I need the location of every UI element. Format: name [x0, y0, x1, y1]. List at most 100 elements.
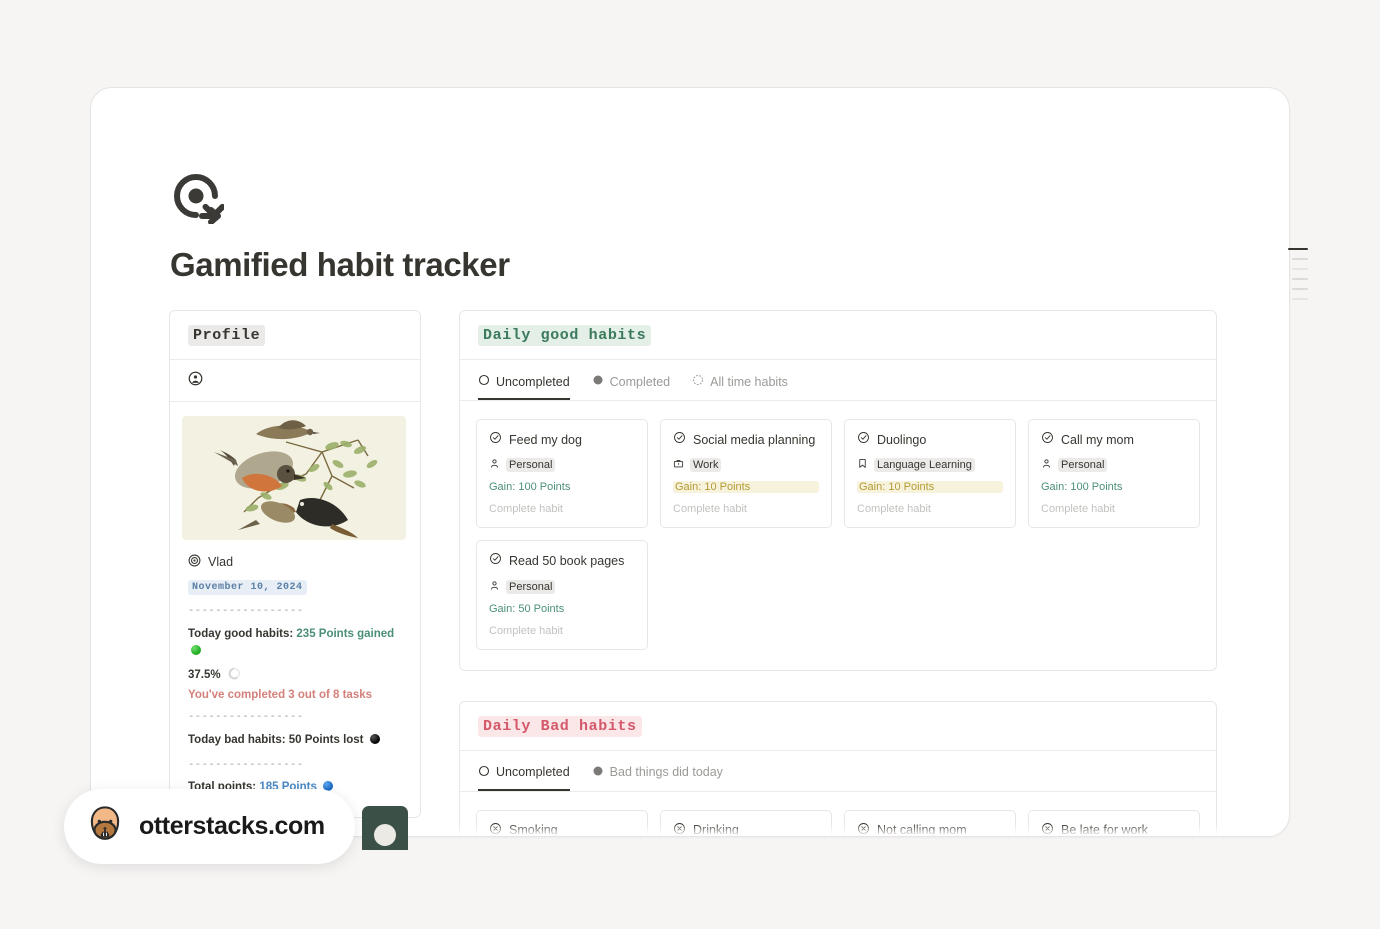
tab-label: Uncompleted: [496, 374, 570, 389]
complete-habit-button[interactable]: Complete habit: [489, 503, 635, 515]
habit-name: Duolingo: [877, 432, 927, 447]
habit-points: Gain: 100 Points: [1041, 481, 1123, 494]
bad-habits-value: 50 Points lost: [288, 733, 364, 746]
good-habits-stat: Today good habits: 235 Points gained: [188, 626, 402, 661]
habit-card[interactable]: Read 50 book pages Personal Gain: 50 Poi…: [476, 540, 648, 650]
profile-panel-title: Profile: [188, 325, 266, 346]
profile-date: November 10, 2024: [188, 580, 307, 595]
habit-name: Social media planning: [693, 432, 816, 447]
bad-habits-header: Daily Bad habits: [460, 702, 1216, 751]
bad-habits-title: Daily Bad habits: [478, 715, 642, 737]
circle-dashed-icon: [692, 374, 704, 389]
habit-card-title-row: Feed my dog: [489, 431, 635, 448]
habit-points: Gain: 10 Points: [857, 481, 1003, 494]
tab-label: Uncompleted: [496, 765, 570, 779]
habit-card[interactable]: Social media planning Work Gain: 10 Poin…: [660, 419, 832, 529]
divider-3: -----------------: [188, 758, 304, 771]
left-column: Profile Vlad November 10, 2024 ---------…: [169, 310, 421, 836]
habit-points: Gain: 100 Points: [489, 481, 571, 494]
tasks-progress-text: You've completed 3 out of 8 tasks: [188, 689, 373, 701]
habit-card-title-row: Duolingo: [857, 431, 1003, 448]
right-column: Daily good habits Uncompleted Completed …: [459, 310, 1217, 836]
table-of-contents[interactable]: [1288, 248, 1308, 300]
habit-tag: Language Learning: [874, 458, 975, 473]
progress-row: 37.5%: [188, 667, 402, 683]
complete-habit-button[interactable]: Complete habit: [857, 503, 1003, 515]
habit-name: Call my mom: [1061, 432, 1134, 447]
good-habits-header: Daily good habits: [460, 311, 1216, 360]
complete-habit-button[interactable]: Complete habit: [489, 625, 635, 637]
habit-name: Read 50 book pages: [509, 553, 625, 568]
check-circle-icon: [857, 431, 870, 448]
green-circle-icon: [191, 644, 201, 655]
habit-card-tag-row: Language Learning: [857, 458, 1003, 473]
toc-mark[interactable]: [1292, 258, 1308, 260]
toc-mark[interactable]: [1292, 298, 1308, 300]
circle-outline-icon: [478, 765, 490, 780]
page-title: Gamified habit tracker: [170, 246, 510, 283]
tab-bad-did-today[interactable]: Bad things did today: [592, 765, 723, 791]
person-icon: [489, 580, 500, 594]
profile-name: Vlad: [208, 555, 234, 569]
app-window: Gamified habit tracker Profile Vlad Nove…: [90, 87, 1290, 837]
page-header: Gamified habit tracker: [91, 88, 1289, 284]
user-circle-icon: [188, 371, 203, 390]
habit-card[interactable]: Feed my dog Personal Gain: 100 Points Co…: [476, 419, 648, 529]
profile-body: Vlad November 10, 2024 -----------------…: [170, 402, 420, 817]
check-circle-icon: [489, 431, 502, 448]
person-icon: [489, 458, 500, 472]
watermark-badge[interactable]: otterstacks.com: [64, 789, 355, 864]
spotify-embed[interactable]: [362, 806, 408, 850]
divider-1: -----------------: [188, 605, 304, 617]
progress-ring-icon: [228, 667, 241, 683]
habit-tag: Work: [690, 458, 722, 473]
avatar: [182, 416, 406, 540]
bad-habits-panel: Daily Bad habits Uncompleted Bad things …: [459, 700, 1217, 836]
circle-outline-icon: [478, 374, 490, 389]
good-habits-tabs: Uncompleted Completed All time habits: [460, 360, 1216, 401]
circle-filled-icon: [592, 374, 604, 389]
briefcase-icon: [673, 458, 684, 472]
tab-label: All time habits: [710, 374, 788, 389]
habit-name: Feed my dog: [509, 432, 582, 447]
good-habits-panel: Daily good habits Uncompleted Completed …: [459, 310, 1217, 671]
tab-good-completed[interactable]: Completed: [592, 374, 670, 400]
toc-mark-active[interactable]: [1288, 248, 1308, 250]
check-circle-icon: [489, 552, 502, 569]
person-icon: [1041, 458, 1052, 472]
divider-2: -----------------: [188, 711, 304, 723]
habit-card-tag-row: Personal: [489, 458, 635, 473]
otter-face-icon: [84, 803, 126, 850]
progress-percent: 37.5%: [188, 669, 221, 681]
habit-tag: Personal: [506, 579, 556, 594]
habit-points: Gain: 10 Points: [673, 481, 819, 494]
target-icon: [188, 554, 201, 570]
habit-tag: Personal: [1058, 458, 1108, 473]
good-habits-label: Today good habits:: [188, 627, 294, 640]
habit-card-tag-row: Personal: [1041, 458, 1187, 473]
toc-mark[interactable]: [1292, 288, 1308, 290]
toc-mark[interactable]: [1292, 278, 1308, 280]
habit-card-tag-row: Work: [673, 458, 819, 473]
tab-bad-uncompleted[interactable]: Uncompleted: [478, 765, 570, 791]
tab-good-uncompleted[interactable]: Uncompleted: [478, 374, 570, 400]
circle-filled-icon: [592, 765, 604, 780]
complete-habit-button[interactable]: Complete habit: [1041, 503, 1187, 515]
bookmark-icon: [857, 458, 868, 472]
toc-mark[interactable]: [1292, 268, 1308, 270]
tab-good-all-time[interactable]: All time habits: [692, 374, 788, 400]
habit-card[interactable]: Duolingo Language Learning Gain: 10 Poin…: [844, 419, 1016, 529]
check-circle-icon: [1041, 431, 1054, 448]
watermark-text: otterstacks.com: [139, 812, 325, 840]
complete-habit-button[interactable]: Complete habit: [673, 503, 819, 515]
spotify-icon: [374, 824, 396, 846]
profile-meta: Vlad November 10, 2024 -----------------…: [182, 554, 408, 797]
good-habits-card-grid: Feed my dog Personal Gain: 100 Points Co…: [460, 401, 1216, 670]
habit-card-title-row: Read 50 book pages: [489, 552, 635, 569]
habit-card-tag-row: Personal: [489, 579, 635, 594]
profile-panel: Profile Vlad November 10, 2024 ---------…: [169, 310, 421, 818]
good-habits-value: 235 Points gained: [296, 627, 395, 640]
profile-panel-header: Profile: [170, 311, 420, 360]
check-circle-icon: [673, 431, 686, 448]
habit-card[interactable]: Call my mom Personal Gain: 100 Points Co…: [1028, 419, 1200, 529]
